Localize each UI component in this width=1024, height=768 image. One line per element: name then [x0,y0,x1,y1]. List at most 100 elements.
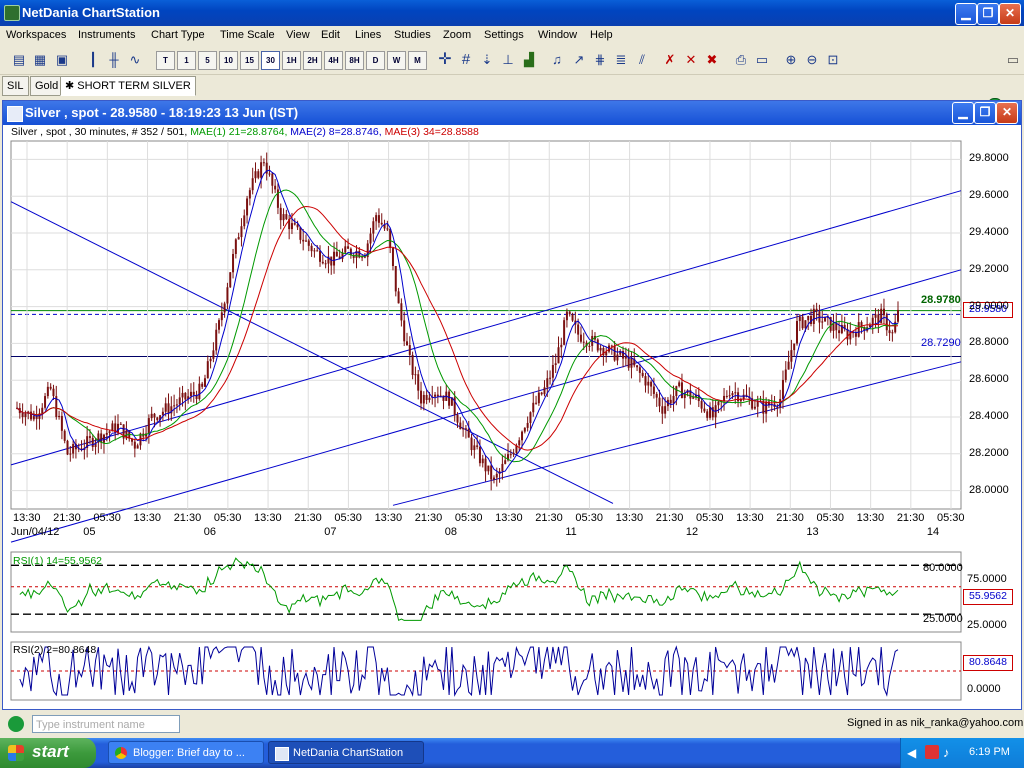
candle-body [812,308,815,324]
candle-body [302,239,305,242]
parallel-lines-icon[interactable]: ⫽ [633,51,651,69]
rsi2-tick-0: 0.0000 [967,683,1001,695]
timeframe-w[interactable]: W [387,51,406,70]
menu-zoom[interactable]: Zoom [443,29,471,41]
delete-line-icon[interactable]: ✗ [661,51,679,69]
crosshair-icon[interactable]: ✛ [436,51,454,69]
histogram-icon[interactable]: ▟ [520,51,538,69]
line-chart-icon[interactable]: ∿ [126,51,144,69]
timeframe-2h[interactable]: 2H [303,51,322,70]
volume-icon[interactable]: ♪ [943,745,950,760]
menu-help[interactable]: Help [590,29,613,41]
candle-body [212,350,215,359]
tray-app-icon[interactable] [925,745,939,759]
print-preview-icon[interactable]: ▭ [753,51,771,69]
print-icon[interactable]: ⎙ [732,51,750,69]
timeframe-5[interactable]: 5 [198,51,217,70]
tab-short-term-silver[interactable]: ✱ SHORT TERM SILVER [60,76,196,96]
open-icon[interactable]: ▦ [31,51,49,69]
candle-body [133,441,136,449]
delete-icon[interactable]: ✕ [682,51,700,69]
toolbar-menu-icon[interactable]: ▭ [1004,51,1022,69]
instrument-search-input[interactable]: Type instrument name [32,715,180,733]
candle-body [30,411,33,420]
taskbar-item-label: Blogger: Brief day to ... [133,747,245,759]
timeframe-10[interactable]: 10 [219,51,238,70]
candle-body [375,215,378,222]
bar-chart-icon[interactable]: ╫ [105,51,123,69]
candle-body [347,246,350,249]
date-tick-label: Jun/04/12 [11,526,60,538]
candle-body [251,178,254,191]
fibonacci-icon[interactable]: ≣ [612,51,630,69]
candle-body [490,465,493,480]
date-tick-label: 06 [203,526,216,538]
zoom-in-icon[interactable]: ⊕ [782,51,800,69]
candle-body [588,345,591,347]
menu-workspaces[interactable]: Workspaces [6,29,66,41]
menu-edit[interactable]: Edit [321,29,340,41]
menu-time-scale[interactable]: Time Scale [220,29,275,41]
taskbar-item-blogger[interactable]: Blogger: Brief day to ... [108,741,264,764]
price-marker-icon[interactable]: ⇣ [478,51,496,69]
candle-body [532,402,535,413]
tray-arrow-icon[interactable]: ◀ [907,746,916,760]
candle-chart-icon[interactable]: ┃ [84,51,102,69]
candle-body [664,406,667,414]
candle-body [728,395,731,397]
candle-body [296,224,299,228]
delete-all-icon[interactable]: ✖ [703,51,721,69]
channel-icon[interactable]: ⋕ [591,51,609,69]
upper-level-label: 28.9780 [921,294,961,306]
rsi2-label: RSI(2) 2=80.8648 [13,644,97,656]
taskbar-item-chartstation[interactable]: NetDania ChartStation [268,741,424,764]
menu-view[interactable]: View [286,29,310,41]
save-icon[interactable]: ▣ [53,51,71,69]
new-icon[interactable]: ▤ [10,51,28,69]
price-tick-label: 29.8000 [969,152,1009,165]
maximize-button[interactable]: ❐ [977,3,999,25]
candle-body [299,227,302,240]
volume-icon[interactable]: ⊥ [499,51,517,69]
timeframe-m[interactable]: M [408,51,427,70]
start-button[interactable]: start [0,738,96,768]
timeframe-30[interactable]: 30 [261,51,280,70]
candle-body [386,228,389,230]
timeframe-d[interactable]: D [366,51,385,70]
date-tick-label: 12 [685,526,699,538]
tab-gold[interactable]: Gold [30,76,64,96]
candle-body [153,413,156,418]
menu-settings[interactable]: Settings [484,29,524,41]
candle-body [706,411,709,418]
alert-bell-icon[interactable]: ♫ [548,51,566,69]
candle-body [260,162,263,178]
candle-body [363,256,366,258]
zoom-out-icon[interactable]: ⊖ [803,51,821,69]
candle-body [206,361,209,379]
candle-body [369,233,372,244]
timeframe-1h[interactable]: 1H [282,51,301,70]
menu-lines[interactable]: Lines [355,29,381,41]
menu-studies[interactable]: Studies [394,29,431,41]
close-button[interactable]: ✕ [999,3,1021,25]
tab-sil[interactable]: SIL [2,76,29,96]
timeframe-t[interactable]: T [156,51,175,70]
grid-icon[interactable]: # [457,51,475,69]
candle-body [240,226,243,238]
menu-chart-type[interactable]: Chart Type [151,29,205,41]
price-tick-label: 28.8000 [969,336,1009,349]
timeframe-4h[interactable]: 4H [324,51,343,70]
candle-body [456,414,459,423]
timeframe-1[interactable]: 1 [177,51,196,70]
candle-body [276,189,279,208]
zoom-reset-icon[interactable]: ⊡ [824,51,842,69]
price-chart[interactable] [3,101,1021,709]
candle-body [279,207,282,221]
timeframe-15[interactable]: 15 [240,51,259,70]
menu-instruments[interactable]: Instruments [78,29,135,41]
candle-body [400,303,403,321]
timeframe-8h[interactable]: 8H [345,51,364,70]
minimize-button[interactable]: ▁ [955,3,977,25]
menu-window[interactable]: Window [538,29,577,41]
trendline-icon[interactable]: ↗ [570,51,588,69]
